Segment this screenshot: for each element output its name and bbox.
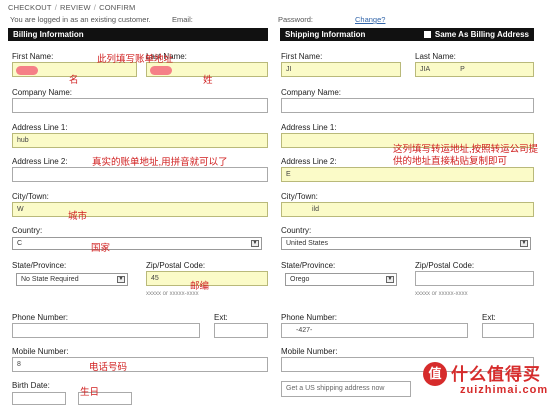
shipping-first-name-input[interactable]: JI [281, 62, 401, 77]
shipping-last-name-value: JIA [420, 66, 431, 73]
shipping-state-select[interactable]: Orego ▼ [285, 273, 397, 286]
annotation-country: 国家 [91, 243, 111, 254]
billing-city-label: City/Town: [12, 192, 49, 201]
shipping-state-label: State/Province: [281, 261, 336, 270]
breadcrumb-separator: / [54, 3, 57, 12]
billing-first-name-label: First Name: [12, 52, 54, 61]
birth-month-select[interactable] [12, 392, 66, 405]
shipping-zip-input[interactable] [415, 271, 534, 286]
breadcrumb-review[interactable]: REVIEW [60, 3, 91, 12]
email-label: Email: [172, 15, 193, 24]
shipping-country-select[interactable]: United States ▼ [281, 237, 531, 250]
logged-in-text: You are logged in as an existing custome… [10, 15, 151, 24]
chevron-down-icon[interactable]: ▼ [520, 240, 528, 247]
annotation-last-name: 姓 [203, 75, 213, 86]
password-label: Password: [278, 15, 314, 24]
billing-company-label: Company Name: [12, 88, 73, 97]
redaction-mark [150, 66, 172, 75]
annotation-address: 真实的账单地址,用拼音就可以了 [92, 157, 228, 168]
billing-state-select[interactable]: No State Required ▼ [16, 273, 128, 286]
shipping-address2-input[interactable]: E [281, 167, 534, 182]
billing-header-title: Billing Information [13, 30, 84, 39]
annotation-zip: 邮编 [190, 281, 210, 292]
annotation-shipping-line2: 供的地址直接粘贴复制即可 [393, 156, 508, 167]
shipping-phone-label: Phone Number: [281, 313, 338, 322]
logo-domain: zuizhimai.com [460, 384, 549, 396]
account-info-line: You are logged in as an existing custome… [10, 15, 151, 24]
billing-zip-label: Zip/Postal Code: [146, 261, 206, 270]
shipping-last-name-suffix: P [460, 66, 465, 73]
billing-state-value: No State Required [21, 276, 79, 283]
billing-birth-label: Birth Date: [12, 381, 50, 390]
breadcrumb-separator: / [93, 3, 97, 12]
shipping-city-label: City/Town: [281, 192, 318, 201]
shipping-ext-label: Ext: [482, 313, 496, 322]
shipping-country-label: Country: [281, 226, 312, 235]
billing-ext-input[interactable] [214, 323, 268, 338]
breadcrumb-confirm[interactable]: CONFIRM [99, 3, 135, 12]
breadcrumb-checkout[interactable]: CHECKOUT [8, 3, 52, 12]
us-shipping-address-button[interactable]: Get a US shipping address now [281, 381, 411, 397]
billing-address2-label: Address Line 2: [12, 157, 68, 166]
shipping-mobile-label: Mobile Number: [281, 347, 338, 356]
billing-address2-input[interactable] [12, 167, 268, 182]
redaction-mark [16, 66, 38, 75]
chevron-down-icon[interactable]: ▼ [386, 276, 394, 283]
chevron-down-icon[interactable]: ▼ [251, 240, 259, 247]
billing-mobile-input[interactable]: 8 [12, 357, 268, 372]
same-as-billing-checkbox[interactable]: Same As Billing Address [423, 28, 529, 41]
billing-phone-input[interactable] [12, 323, 200, 338]
billing-phone-label: Phone Number: [12, 313, 69, 322]
shipping-zip-hint: xxxxx or xxxxx-xxxx [415, 291, 468, 297]
shipping-last-name-label: Last Name: [415, 52, 456, 61]
billing-company-input[interactable] [12, 98, 268, 113]
billing-header: Billing Information [8, 28, 268, 41]
shipping-first-name-label: First Name: [281, 52, 323, 61]
billing-ext-label: Ext: [214, 313, 228, 322]
logo-text: 什么值得买 [451, 365, 541, 384]
shipping-ext-input[interactable] [482, 323, 534, 338]
billing-country-value: C [17, 240, 23, 247]
shipping-state-value: Orego [290, 276, 310, 283]
annotation-city: 城市 [68, 211, 88, 222]
billing-mobile-label: Mobile Number: [12, 347, 69, 356]
annotation-billing-column: 此列填写账单地址 [97, 54, 174, 65]
shipping-last-name-input[interactable]: JIA P [415, 62, 534, 77]
shipping-phone-input[interactable]: -427- [281, 323, 468, 338]
breadcrumb: CHECKOUT / REVIEW / CONFIRM [8, 3, 135, 12]
billing-city-input[interactable]: W [12, 202, 268, 217]
shipping-address1-label: Address Line 1: [281, 123, 337, 132]
billing-country-label: Country: [12, 226, 43, 235]
shipping-city-input[interactable]: ild [281, 202, 534, 217]
shipping-company-label: Company Name: [281, 88, 342, 97]
shipping-address2-label: Address Line 2: [281, 157, 337, 166]
shipping-header-title: Shipping Information [285, 30, 366, 39]
shipping-zip-label: Zip/Postal Code: [415, 261, 475, 270]
logo-badge-icon: 值 [423, 362, 447, 386]
shipping-company-input[interactable] [281, 98, 534, 113]
checkbox-icon[interactable] [423, 31, 431, 38]
shipping-country-value: United States [286, 240, 329, 247]
same-as-billing-label: Same As Billing Address [434, 30, 529, 39]
change-account-link[interactable]: Change? [355, 15, 385, 24]
billing-address1-input[interactable]: hub [12, 133, 268, 148]
annotation-phone: 电话号码 [89, 362, 128, 373]
annotation-birth: 生日 [80, 387, 100, 398]
shipping-header: Shipping Information Same As Billing Add… [280, 28, 534, 41]
chevron-down-icon[interactable]: ▼ [117, 276, 125, 283]
billing-country-select[interactable]: C ▼ [12, 237, 262, 250]
billing-address1-label: Address Line 1: [12, 123, 68, 132]
annotation-first-name: 名 [69, 75, 79, 86]
billing-state-label: State/Province: [12, 261, 67, 270]
